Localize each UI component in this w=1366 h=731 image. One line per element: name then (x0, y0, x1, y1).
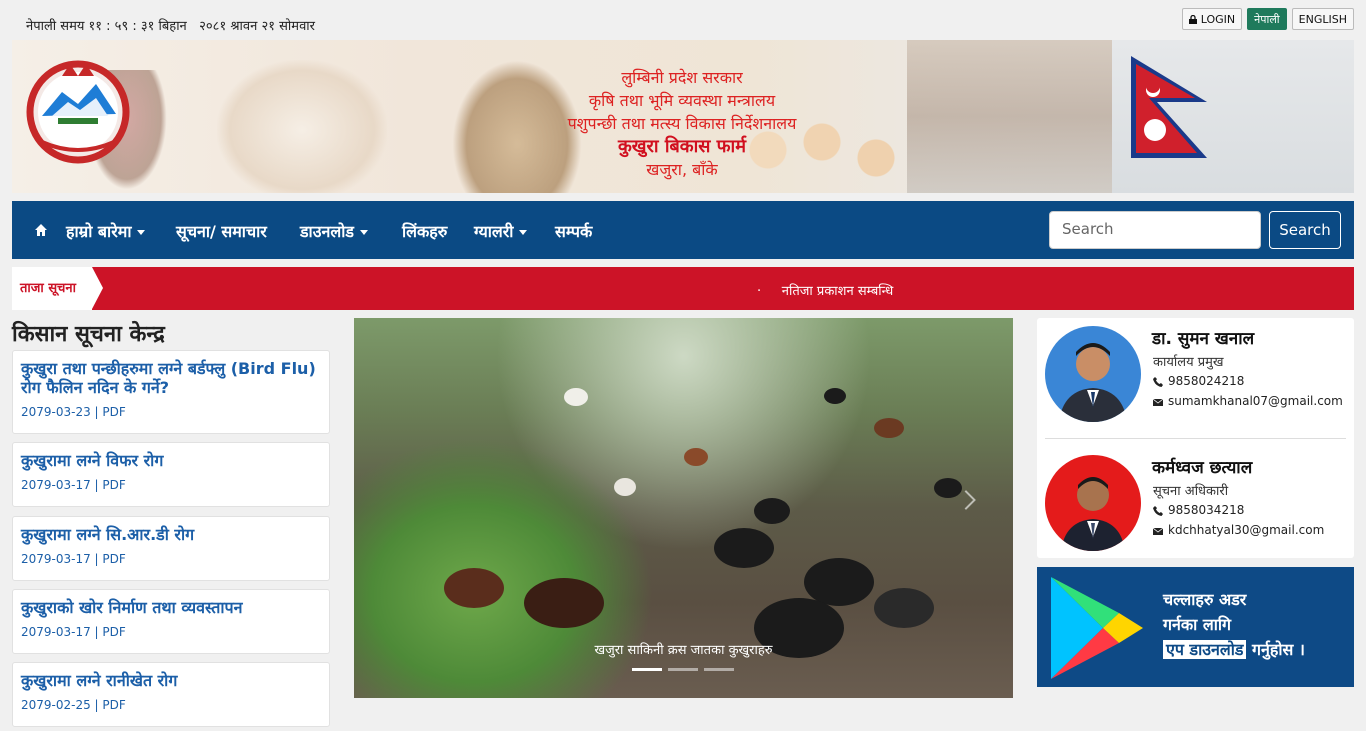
list-item[interactable]: कुखुरामा लग्ने सि.आर.डी रोग 2079-03-17 |… (12, 516, 330, 581)
nav-item-about[interactable]: हाम्रो बारेमा (66, 220, 146, 242)
carousel-caption: खजुरा साकिनी क्रस जातका कुखुराहरु (594, 643, 773, 658)
envelope-icon (1153, 527, 1163, 535)
carousel-plants (354, 438, 654, 698)
app-download-highlight: एप डाउनलोड (1163, 640, 1247, 659)
header-banner: लुम्बिनी प्रदेश सरकार कृषि तथा भूमि व्यव… (12, 40, 1354, 193)
banner-title-block: लुम्बिनी प्रदेश सरकार कृषि तथा भूमि व्यव… (482, 66, 882, 181)
divider (1045, 438, 1346, 439)
nepali-language-button[interactable]: नेपाली (1247, 8, 1287, 30)
google-play-icon (1051, 577, 1143, 679)
person-role: सूचना अधिकारी (1153, 484, 1229, 499)
app-download-banner[interactable]: चल्लाहरु अडर गर्नका लागि एप डाउनलोड गर्न… (1037, 567, 1354, 687)
image-carousel[interactable]: खजुरा साकिनी क्रस जातका कुखुराहरु (354, 318, 1013, 698)
app-download-text: चल्लाहरु अडर गर्नका लागि एप डाउनलोड गर्न… (1163, 587, 1305, 662)
home-icon[interactable] (34, 223, 48, 237)
phone-text: 9858034218 (1168, 503, 1245, 517)
english-language-button[interactable]: ENGLISH (1291, 8, 1354, 30)
chevron-down-icon (519, 230, 528, 235)
app-line-2: गर्नका लागि (1163, 615, 1232, 634)
info-meta[interactable]: 2079-03-17 | PDF (21, 552, 321, 566)
info-meta[interactable]: 2079-03-17 | PDF (21, 625, 321, 639)
person-email: sumamkhanal07@gmail.com (1153, 394, 1343, 408)
avatar (1045, 326, 1141, 422)
farmer-info-center: किसान सूचना केन्द्र कुखुरा तथा पन्छीहरुम… (12, 318, 330, 727)
app-line-3-rest: गर्नुहोस । (1246, 640, 1305, 659)
app-line-3: एप डाउनलोड गर्नुहोस । (1163, 637, 1305, 662)
ticker-label: ताजा सूचना (12, 267, 92, 310)
nav-links-label: लिंकहरु (402, 222, 448, 241)
list-item[interactable]: कुखुराको खोर निर्माण तथा व्यवस्तापन 2079… (12, 589, 330, 654)
carousel-dot[interactable] (632, 668, 662, 671)
person-name: कर्मध्वज छत्याल (1152, 458, 1253, 478)
envelope-icon (1153, 398, 1163, 406)
nepal-flag-icon (1131, 56, 1207, 158)
nav-download-label: डाउनलोड (300, 222, 354, 241)
top-bar: नेपाली समय ११ : ५९ : ३१ बिहान २०८१ श्राव… (12, 8, 1354, 38)
ticker-text[interactable]: · नतिजा प्रकाशन सम्बन्धि (757, 281, 893, 299)
news-ticker: ताजा सूचना · नतिजा प्रकाशन सम्बन्धि (12, 267, 1354, 310)
info-meta[interactable]: 2079-03-23 | PDF (21, 405, 321, 419)
government-emblem-icon (26, 60, 130, 164)
phone-icon (1153, 505, 1163, 516)
person-name: डा. सुमन खनाल (1152, 329, 1255, 349)
login-label: LOGIN (1200, 13, 1236, 26)
chevron-down-icon (359, 230, 368, 235)
section-title: किसान सूचना केन्द्र (12, 322, 165, 347)
banner-farmer-image (907, 40, 1112, 193)
nav-item-gallery[interactable]: ग्यालरी (474, 220, 528, 242)
person-photo-icon (1061, 477, 1125, 551)
login-button[interactable]: LOGIN (1182, 8, 1243, 30)
phone-text: 9858024218 (1168, 374, 1245, 388)
chevron-down-icon (137, 230, 146, 235)
carousel-indicators (632, 668, 734, 671)
info-title[interactable]: कुखुरामा लग्ने सि.आर.डी रोग (21, 525, 321, 544)
nav-item-news[interactable]: सूचना/ समाचार (176, 220, 267, 242)
phone-icon (1153, 376, 1163, 387)
carousel-dot[interactable] (704, 668, 734, 671)
province-name: लुम्बिनी प्रदेश सरकार (621, 68, 743, 87)
search-input[interactable]: Search (1049, 211, 1261, 249)
top-buttons: LOGIN नेपाली ENGLISH (1182, 8, 1354, 30)
info-title[interactable]: कुखुरा तथा पन्छीहरुमा लग्ने बर्डफ्लु (Bi… (21, 359, 321, 397)
lock-icon (1189, 14, 1198, 24)
farm-name: कुखुरा बिकास फार्म (617, 136, 746, 157)
info-title[interactable]: कुखुरामा लग्ने रानीखेत रोग (21, 671, 321, 690)
avatar (1045, 455, 1141, 551)
info-title[interactable]: कुखुराको खोर निर्माण तथा व्यवस्तापन (21, 598, 321, 617)
nav-about-label: हाम्रो बारेमा (66, 222, 132, 241)
person-phone: 9858034218 (1153, 503, 1244, 517)
person-photo-icon (1059, 343, 1127, 422)
list-item[interactable]: कुखुरा तथा पन्छीहरुमा लग्ने बर्डफ्लु (Bi… (12, 350, 330, 434)
ticker-arrow (92, 267, 103, 309)
ministry-name: कृषि तथा भूमि व्यवस्था मन्त्रालय (588, 91, 776, 110)
list-item[interactable]: कुखुरामा लग्ने रानीखेत रोग 2079-02-25 | … (12, 662, 330, 727)
nav-news-label: सूचना/ समाचार (176, 222, 267, 241)
nepali-datetime: नेपाली समय ११ : ५९ : ३१ बिहान २०८१ श्राव… (26, 19, 315, 34)
person-card: डा. सुमन खनाल कार्यालय प्रमुख 9858024218… (1045, 326, 1345, 426)
person-card: कर्मध्वज छत्याल सूचना अधिकारी 9858034218… (1045, 455, 1345, 555)
nav-item-contact[interactable]: सम्पर्क (555, 220, 592, 242)
info-meta[interactable]: 2079-02-25 | PDF (21, 698, 321, 712)
carousel-dot[interactable] (668, 668, 698, 671)
person-email: kdchhatyal30@gmail.com (1153, 523, 1324, 537)
contact-persons: डा. सुमन खनाल कार्यालय प्रमुख 9858024218… (1037, 318, 1354, 558)
email-text[interactable]: sumamkhanal07@gmail.com (1168, 394, 1343, 408)
person-phone: 9858024218 (1153, 374, 1244, 388)
nav-item-links[interactable]: लिंकहरु (402, 220, 447, 242)
app-line-1: चल्लाहरु अडर (1163, 590, 1247, 609)
nav-gallery-label: ग्यालरी (474, 222, 514, 241)
info-meta[interactable]: 2079-03-17 | PDF (21, 478, 321, 492)
nav-contact-label: सम्पर्क (555, 222, 593, 241)
info-title[interactable]: कुखुरामा लग्ने विफर रोग (21, 451, 321, 470)
search-button[interactable]: Search (1269, 211, 1341, 249)
main-navigation: हाम्रो बारेमा सूचना/ समाचार डाउनलोड लिंक… (12, 201, 1354, 259)
email-text[interactable]: kdchhatyal30@gmail.com (1168, 523, 1324, 537)
banner-white-hen-image (217, 60, 387, 193)
directorate-name: पशुपन्छी तथा मत्स्य विकास निर्देशनालय (567, 114, 797, 133)
list-item[interactable]: कुखुरामा लग्ने विफर रोग 2079-03-17 | PDF (12, 442, 330, 507)
nav-item-download[interactable]: डाउनलोड (300, 220, 368, 242)
farm-location: खजुरा, बाँके (646, 160, 718, 179)
person-role: कार्यालय प्रमुख (1153, 355, 1224, 370)
